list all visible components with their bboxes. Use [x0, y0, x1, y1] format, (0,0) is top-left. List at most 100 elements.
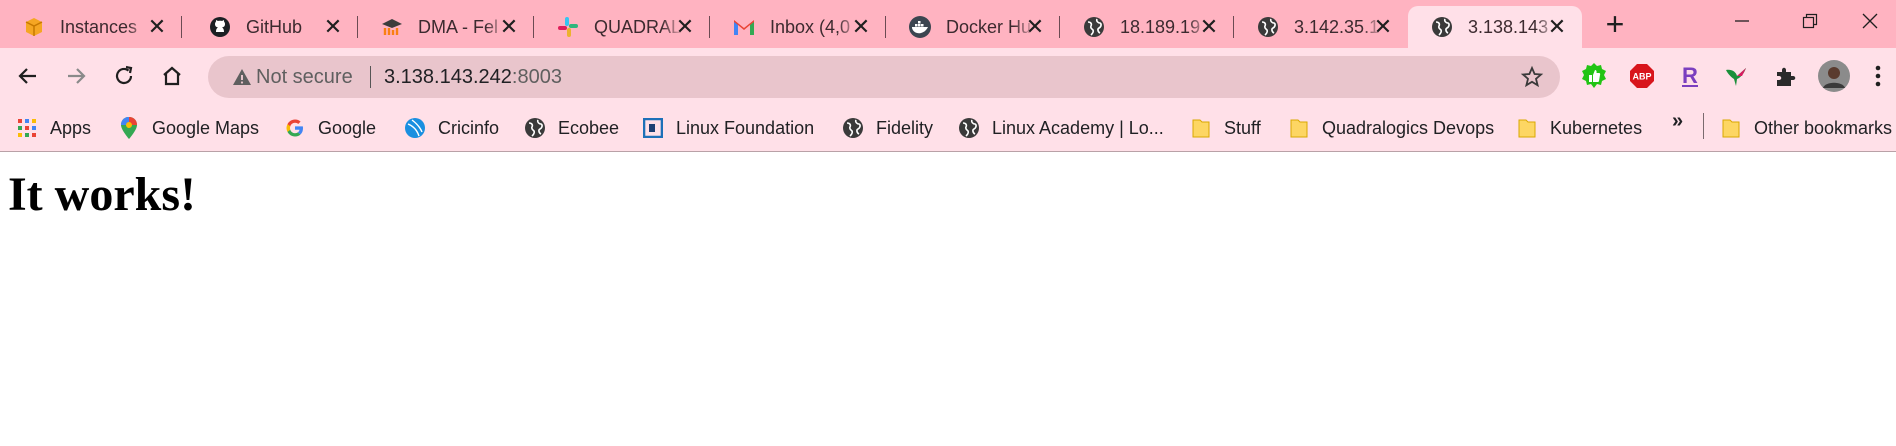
- minimize-icon: [1735, 20, 1749, 22]
- apps-grid-icon: [16, 117, 38, 139]
- bookmark-google-maps[interactable]: Google Maps: [118, 114, 259, 142]
- tab-separator: [181, 16, 182, 38]
- svg-text:ABP: ABP: [1632, 72, 1651, 82]
- globe-icon: [1430, 15, 1454, 39]
- back-button[interactable]: [12, 60, 44, 92]
- close-icon[interactable]: ✕: [1372, 16, 1394, 38]
- close-icon[interactable]: ✕: [322, 16, 344, 38]
- bookmark-label: Apps: [50, 117, 92, 138]
- bookmarks-overflow-chevron[interactable]: »: [1672, 110, 1683, 133]
- warning-icon[interactable]: [232, 67, 252, 92]
- bookmark-google[interactable]: Google: [284, 114, 376, 142]
- github-icon: [208, 15, 232, 39]
- adblock-plus-icon[interactable]: ABP: [1628, 62, 1656, 90]
- close-icon: [1862, 13, 1878, 29]
- url-text[interactable]: 3.138.143.242:8003: [384, 66, 562, 89]
- tab-title: Instances: [60, 16, 138, 37]
- bookmark-folder-kubernetes[interactable]: Kubernetes: [1516, 114, 1642, 142]
- tab-title: DMA - Fel: [418, 16, 499, 37]
- forward-button[interactable]: [60, 60, 92, 92]
- tab-quadral[interactable]: QUADRAL ✕: [534, 6, 710, 48]
- bookmark-fidelity[interactable]: Fidelity: [842, 114, 933, 142]
- tab-18-189[interactable]: 18.189.19 ✕: [1060, 6, 1234, 48]
- home-button[interactable]: [156, 60, 188, 92]
- globe-icon: [524, 117, 546, 139]
- bookmark-star-icon[interactable]: [1520, 65, 1544, 94]
- bookmark-apps[interactable]: Apps: [16, 114, 91, 142]
- restore-icon: [1802, 13, 1818, 29]
- bookmark-label: Other bookmarks: [1754, 117, 1893, 138]
- r-extension-icon[interactable]: R: [1676, 62, 1704, 90]
- globe-icon: [842, 117, 864, 139]
- menu-kebab-icon[interactable]: [1868, 62, 1888, 90]
- close-window-button[interactable]: [1848, 4, 1892, 38]
- tab-title: 3.138.143: [1468, 16, 1549, 37]
- tab-instances[interactable]: Instances ✕: [0, 6, 182, 48]
- gmail-icon: [732, 15, 756, 39]
- tab-title: Docker Hu: [946, 16, 1032, 37]
- page-content: It works!: [0, 153, 1896, 446]
- bookmark-ecobee[interactable]: Ecobee: [524, 114, 619, 142]
- tab-dma[interactable]: DMA - Fel ✕: [358, 6, 534, 48]
- close-icon[interactable]: ✕: [146, 16, 168, 38]
- tab-inbox[interactable]: Inbox (4,0 ✕: [710, 6, 886, 48]
- address-bar[interactable]: Not secure 3.138.143.242:8003: [208, 56, 1560, 98]
- folder-icon: [1720, 117, 1742, 139]
- bookmark-label: Kubernetes: [1550, 117, 1643, 138]
- globe-icon: [1256, 15, 1280, 39]
- minimize-button[interactable]: [1712, 4, 1772, 38]
- bookmark-folder-quadralogics[interactable]: Quadralogics Devops: [1288, 114, 1494, 142]
- folder-icon: [1190, 117, 1212, 139]
- bookmark-folder-stuff[interactable]: Stuff: [1190, 114, 1261, 142]
- tab-strip: Instances ✕ GitHub ✕ DMA - Fel ✕ QUADRAL…: [0, 0, 1896, 48]
- home-icon: [163, 66, 181, 86]
- bookmark-label: Cricinfo: [438, 117, 500, 138]
- arrow-left-icon: [18, 68, 36, 84]
- aws-box-icon: [22, 15, 46, 39]
- bookmark-other-bookmarks[interactable]: Other bookmarks: [1720, 114, 1892, 142]
- folder-icon: [1288, 117, 1310, 139]
- address-divider: [370, 66, 371, 88]
- reload-button[interactable]: [108, 60, 140, 92]
- url-host: 3.138.143.242: [384, 66, 512, 88]
- page-heading: It works!: [8, 168, 196, 221]
- linux-foundation-icon: [642, 117, 664, 139]
- bookmark-label: Linux Foundation: [676, 117, 815, 138]
- globe-icon: [1082, 15, 1106, 39]
- bookmark-label: Google: [318, 117, 377, 138]
- tab-3-142[interactable]: 3.142.35.1 ✕: [1234, 6, 1408, 48]
- bookmark-linux-academy[interactable]: Linux Academy | Lo...: [958, 114, 1164, 142]
- close-icon[interactable]: ✕: [1546, 16, 1568, 38]
- arrow-right-icon: [68, 68, 86, 84]
- bird-extension-icon[interactable]: [1722, 62, 1750, 90]
- close-icon[interactable]: ✕: [850, 16, 872, 38]
- moodle-icon: [380, 15, 404, 39]
- bookmark-label: Ecobee: [558, 117, 620, 138]
- close-icon[interactable]: ✕: [1198, 16, 1220, 38]
- svg-text:R: R: [1682, 63, 1698, 88]
- restore-button[interactable]: [1780, 4, 1840, 38]
- new-tab-button[interactable]: +: [1598, 8, 1632, 42]
- bookmark-label: Quadralogics Devops: [1322, 117, 1495, 138]
- security-label[interactable]: Not secure: [256, 66, 353, 89]
- bookmark-linux-foundation[interactable]: Linux Foundation: [642, 114, 814, 142]
- bookmark-cricinfo[interactable]: Cricinfo: [404, 114, 499, 142]
- bookmark-label: Stuff: [1224, 117, 1261, 138]
- close-icon[interactable]: ✕: [498, 16, 520, 38]
- tab-3-138-active[interactable]: 3.138.143 ✕: [1408, 6, 1582, 48]
- tab-docker[interactable]: Docker Hu ✕: [886, 6, 1060, 48]
- tab-title: Inbox (4,0: [770, 16, 851, 37]
- profile-avatar[interactable]: [1818, 60, 1850, 92]
- extensions-puzzle-icon[interactable]: [1772, 62, 1800, 90]
- folder-icon: [1516, 117, 1538, 139]
- close-icon[interactable]: ✕: [674, 16, 696, 38]
- thumbs-up-extension-icon[interactable]: [1580, 62, 1608, 90]
- reload-icon: [115, 65, 133, 85]
- url-port: :8003: [511, 66, 562, 88]
- docker-icon: [908, 15, 932, 39]
- cricinfo-icon: [404, 117, 426, 139]
- close-icon[interactable]: ✕: [1024, 16, 1046, 38]
- tab-github[interactable]: GitHub ✕: [186, 6, 358, 48]
- google-maps-icon: [118, 117, 140, 139]
- slack-icon: [556, 15, 580, 39]
